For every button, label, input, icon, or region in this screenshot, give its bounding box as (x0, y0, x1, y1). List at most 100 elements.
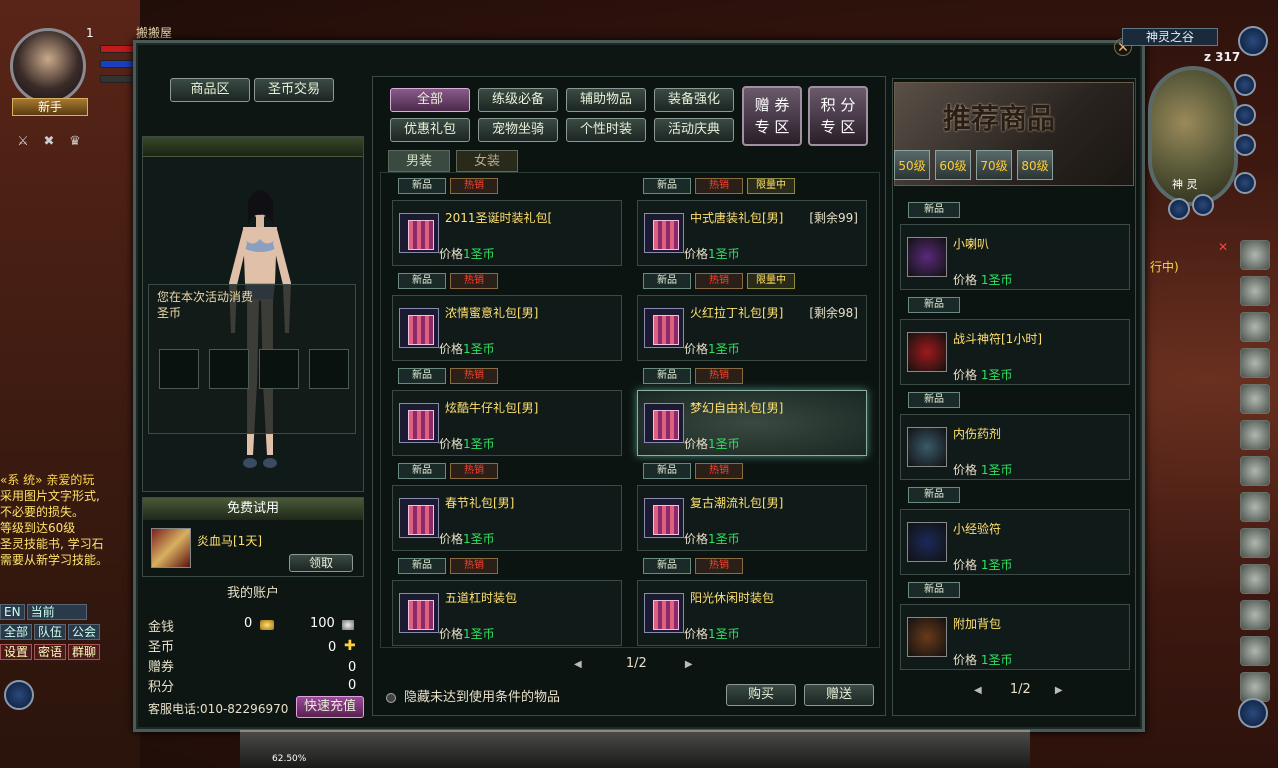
item-icon[interactable] (907, 522, 947, 562)
tab-male[interactable]: 男装 (388, 150, 450, 172)
add-coin-icon[interactable]: ✚ (344, 638, 356, 654)
next-page-icon[interactable]: ▶ (1055, 685, 1063, 696)
item-icon[interactable] (907, 617, 947, 657)
world-map-icon[interactable] (1234, 134, 1256, 156)
character-icon[interactable] (1240, 240, 1270, 270)
gift-box-icon[interactable] (644, 498, 684, 538)
item-card[interactable]: 五道杠时装包 价格1圣币 (392, 580, 622, 646)
gift-box-icon[interactable] (399, 308, 439, 348)
category-button[interactable]: 练级必备 (478, 88, 558, 112)
chat-tab[interactable]: 公会 (68, 624, 101, 640)
item-card[interactable]: 中式唐装礼包[男] [剩余99] 价格1圣币 (637, 200, 867, 266)
friends-icon[interactable] (1240, 456, 1270, 486)
tab-female[interactable]: 女装 (456, 150, 518, 172)
item-card[interactable]: 梦幻自由礼包[男] 价格1圣币 (637, 390, 867, 456)
skills-icon[interactable] (1240, 312, 1270, 342)
helmet-icon[interactable]: ♛ (64, 134, 86, 152)
hide-unusable-option[interactable]: 隐藏未达到使用条件的物品 (386, 686, 560, 705)
channel-label[interactable]: EN (0, 604, 25, 620)
shop-item[interactable]: 新品 热销 2011圣诞时装礼包[价格1圣币 (392, 178, 622, 274)
compass-icon[interactable] (1238, 26, 1268, 56)
reward-slot[interactable] (259, 349, 299, 389)
settings-icon[interactable] (1240, 636, 1270, 666)
item-icon[interactable] (907, 427, 947, 467)
mail-icon[interactable] (1234, 104, 1256, 126)
shop-item[interactable]: 新品 热销 阳光休闲时装包 价格1圣币 (637, 558, 867, 654)
gift-box-icon[interactable] (399, 403, 439, 443)
gift-box-icon[interactable] (644, 308, 684, 348)
gift-button[interactable]: 赠送 (804, 684, 874, 706)
item-icon[interactable] (907, 237, 947, 277)
item-card[interactable]: 小经验符 价格 1圣币 (900, 509, 1130, 575)
next-page-icon[interactable]: ▶ (685, 659, 693, 670)
item-card[interactable]: 浓情蜜意礼包[男] 价格1圣币 (392, 295, 622, 361)
item-card[interactable]: 火红拉丁礼包[男] [剩余98] 价格1圣币 (637, 295, 867, 361)
player-portrait[interactable] (10, 28, 86, 104)
item-icon[interactable] (907, 332, 947, 372)
prev-page-icon[interactable]: ◀ (574, 659, 582, 670)
item-card[interactable]: 春节礼包[男] 价格1圣币 (392, 485, 622, 551)
chat-toggle-icon[interactable] (4, 680, 34, 710)
tab-coin-trade[interactable]: 圣币交易 (254, 78, 334, 102)
item-card[interactable]: 小喇叭 价格 1圣币 (900, 224, 1130, 290)
shop-item[interactable]: 新品 热销 复古潮流礼包[男] 价格1圣币 (637, 463, 867, 559)
recommended-item[interactable]: 新品 小喇叭 价格 1圣币 (900, 202, 1130, 294)
level-filter-button[interactable]: 50级 (894, 150, 930, 180)
zoom-in-icon[interactable] (1234, 74, 1256, 96)
claim-button[interactable]: 领取 (289, 554, 353, 572)
buy-button[interactable]: 购买 (726, 684, 796, 706)
pet-icon[interactable] (1240, 492, 1270, 522)
system-menu-icon[interactable] (1238, 698, 1268, 728)
recommended-item[interactable]: 新品 内伤药剂 价格 1圣币 (900, 392, 1130, 484)
chat-tab[interactable]: 全部 (0, 624, 33, 640)
level-filter-button[interactable]: 80级 (1017, 150, 1053, 180)
shop-item[interactable]: 新品 热销 限量中 中式唐装礼包[男] [剩余99] 价格1圣币 (637, 178, 867, 274)
gift-box-icon[interactable] (644, 213, 684, 253)
hide-unusable-radio[interactable] (386, 692, 396, 703)
item-card[interactable]: 内伤药剂 价格 1圣币 (900, 414, 1130, 480)
guild-icon[interactable] (1240, 420, 1270, 450)
gift-box-icon[interactable] (644, 403, 684, 443)
armor-icon[interactable] (1240, 276, 1270, 306)
gift-box-icon[interactable] (399, 593, 439, 633)
level-filter-button[interactable]: 60级 (935, 150, 971, 180)
item-card[interactable]: 阳光休闲时装包 价格1圣币 (637, 580, 867, 646)
category-button[interactable]: 装备强化 (654, 88, 734, 112)
item-card[interactable]: 2011圣诞时装礼包[价格1圣币 (392, 200, 622, 266)
horse-icon[interactable] (151, 528, 191, 568)
map-zoom-plus-icon[interactable] (1192, 194, 1214, 216)
item-card[interactable]: 复古潮流礼包[男] 价格1圣币 (637, 485, 867, 551)
recommended-item[interactable]: 新品 战斗神符[1小时] 价格 1圣币 (900, 297, 1130, 389)
tab-shop[interactable]: 商品区 (170, 78, 250, 102)
item-card[interactable]: 炫酷牛仔礼包[男] 价格1圣币 (392, 390, 622, 456)
reward-slot[interactable] (309, 349, 349, 389)
gift-box-icon[interactable] (399, 213, 439, 253)
reward-slot[interactable] (209, 349, 249, 389)
recommended-item[interactable]: 新品 小经验符 价格 1圣币 (900, 487, 1130, 579)
shop-item[interactable]: 新品 热销 梦幻自由礼包[男] 价格1圣币 (637, 368, 867, 464)
zoom-out-icon[interactable] (1168, 198, 1190, 220)
reward-slot[interactable] (159, 349, 199, 389)
team-icon[interactable] (1240, 384, 1270, 414)
quest-icon[interactable] (1240, 348, 1270, 378)
item-card[interactable]: 附加背包 价格 1圣币 (900, 604, 1130, 670)
points-zone-button[interactable]: 积 分 专 区 (808, 86, 868, 146)
category-button[interactable]: 全部 (390, 88, 470, 112)
recommended-item[interactable]: 新品 附加背包 价格 1圣币 (900, 582, 1130, 674)
shield-icon[interactable]: ✖ (38, 134, 60, 152)
item-card[interactable]: 战斗神符[1小时] 价格 1圣币 (900, 319, 1130, 385)
cross-swords-icon[interactable]: ⚔ (12, 134, 34, 152)
category-button[interactable]: 活动庆典 (654, 118, 734, 142)
trophy-icon[interactable] (1240, 600, 1270, 630)
chat-tab[interactable]: 设置 (0, 644, 33, 660)
shop-item[interactable]: 新品 热销 炫酷牛仔礼包[男] 价格1圣币 (392, 368, 622, 464)
category-button[interactable]: 辅助物品 (566, 88, 646, 112)
voucher-zone-button[interactable]: 赠 券 专 区 (742, 86, 802, 146)
prev-page-icon[interactable]: ◀ (974, 685, 982, 696)
category-button[interactable]: 宠物坐骑 (478, 118, 558, 142)
shop-item[interactable]: 新品 热销 春节礼包[男] 价格1圣币 (392, 463, 622, 559)
mount-icon[interactable] (1240, 564, 1270, 594)
chat-tab[interactable]: 队伍 (34, 624, 67, 640)
shop-item[interactable]: 新品 热销 五道杠时装包 价格1圣币 (392, 558, 622, 654)
chat-tab[interactable]: 群聊 (68, 644, 101, 660)
